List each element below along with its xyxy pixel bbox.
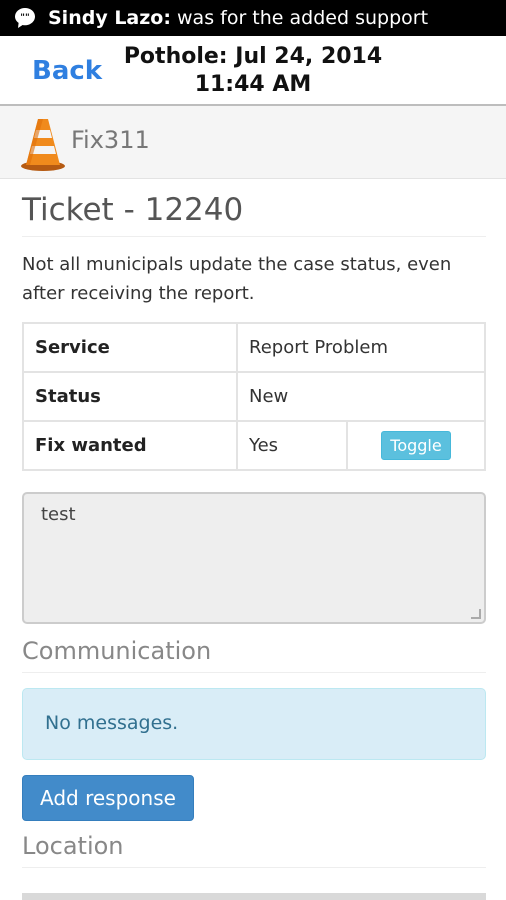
row-key: Service bbox=[22, 322, 238, 373]
back-button[interactable]: Back bbox=[32, 56, 102, 86]
brand-name: Fix311 bbox=[71, 126, 150, 154]
row-action-cell: Toggle bbox=[346, 420, 486, 471]
navigation-bar: Back Pothole: Jul 24, 2014 11:44 AM bbox=[0, 36, 506, 106]
traffic-cone-icon bbox=[21, 119, 65, 171]
chat-bubble-icon: "" bbox=[12, 5, 38, 31]
row-value: Report Problem bbox=[236, 322, 486, 373]
resize-grip-icon[interactable] bbox=[471, 609, 481, 619]
row-key: Status bbox=[22, 371, 238, 422]
toggle-button[interactable]: Toggle bbox=[381, 431, 451, 460]
table-row: Fix wanted Yes Toggle bbox=[22, 420, 486, 471]
row-value: New bbox=[236, 371, 486, 422]
brand-header: Fix311 bbox=[0, 106, 506, 179]
location-map[interactable] bbox=[22, 893, 486, 900]
no-messages-alert: No messages. bbox=[22, 688, 486, 760]
svg-text:"": "" bbox=[20, 13, 29, 23]
main-content: Ticket - 12240 Not all municipals update… bbox=[22, 178, 486, 868]
ticket-info-table: Service Report Problem Status New Fix wa… bbox=[22, 322, 486, 471]
page-title: Pothole: Jul 24, 2014 11:44 AM bbox=[120, 43, 386, 99]
notification-sender: Sindy Lazo: bbox=[48, 7, 171, 29]
notes-text: test bbox=[41, 504, 76, 525]
page-title-line2: 11:44 AM bbox=[194, 72, 312, 97]
table-row: Status New bbox=[22, 371, 486, 422]
ticket-description: Not all municipals update the case statu… bbox=[22, 254, 452, 304]
notification-text: was for the added support bbox=[170, 7, 429, 29]
notes-textarea[interactable]: test bbox=[22, 492, 486, 624]
notification-bar: "" Sindy Lazo: was for the added support bbox=[0, 0, 506, 36]
row-key: Fix wanted bbox=[22, 420, 238, 471]
page-title-line1: Pothole: Jul 24, 2014 bbox=[123, 44, 383, 69]
row-value: Yes bbox=[236, 420, 348, 471]
table-row: Service Report Problem bbox=[22, 322, 486, 373]
add-response-button[interactable]: Add response bbox=[22, 775, 194, 821]
communication-heading: Communication bbox=[22, 637, 486, 673]
location-heading: Location bbox=[22, 832, 486, 868]
ticket-title: Ticket - 12240 bbox=[22, 192, 486, 237]
